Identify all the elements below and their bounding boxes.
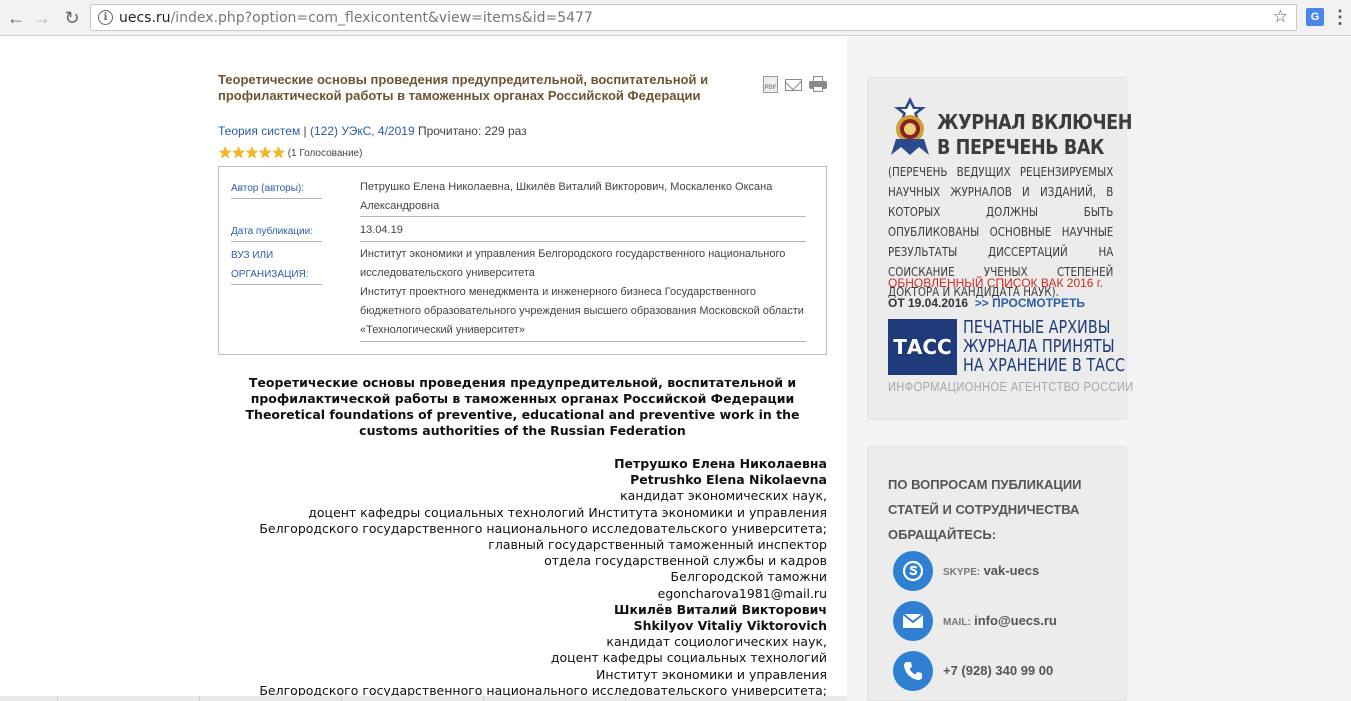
article-title: Теоретические основы проведения предупре… [218,72,709,103]
author-line: доцент кафедры социальных технологий [550,650,827,666]
author-line: доцент кафедры социальных технологий Инс… [308,504,827,520]
skype-value[interactable]: vak-uecs [984,563,1040,578]
mail-value[interactable]: info@uecs.ru [974,613,1057,628]
date-divider [360,241,806,242]
vak-view-link[interactable]: >> ПРОСМОТРЕТЬ [975,296,1085,310]
bottom-bar [0,696,847,701]
mail-contact-icon[interactable] [893,601,933,641]
issue-link[interactable]: (122) УЭкС, 4/2019 [310,124,415,138]
org-label-divider [231,284,322,285]
org-divider [360,341,806,342]
phone-value[interactable]: +7 (928) 340 99 00 [943,663,1053,678]
browser-menu-icon[interactable]: ⋮ [1331,7,1349,27]
tass-line-2: ЖУРНАЛА ПРИНЯТЫ [963,336,1115,357]
mail-contact: MAIL: info@uecs.ru [943,613,1057,628]
tass-line-1: ПЕЧАТНЫЕ АРХИВЫ [963,317,1111,338]
author-line: кандидат социологических наук, [606,634,827,650]
phone-icon[interactable] [893,651,933,691]
rating: ★★★★★ (1 Голосование) [218,143,362,163]
meta-separator: | [300,124,310,138]
author-line: отдела государственной службы и кадров [544,553,827,569]
date-label-divider [231,241,322,242]
phone-contact: +7 (928) 340 99 00 [943,663,1053,678]
tass-line-3: НА ХРАНЕНИЕ В ТАСС [963,355,1126,376]
vak-from: ОТ 19.04.2016 >> ПРОСМОТРЕТЬ [888,296,1085,310]
bottom-bar-segment [0,696,58,701]
address-bar[interactable]: i uecs.ru/index.php?option=com_flexicont… [90,4,1297,31]
date-value: 13.04.19 [360,224,403,236]
skype-contact: SKYPE: vak-uecs [943,563,1039,578]
bottom-bar-segment [58,696,200,701]
author-line: главный государственный таможенный инспе… [488,537,827,553]
article-tools: PDF [763,76,827,93]
print-icon[interactable] [809,76,827,92]
read-count: Прочитано: 229 раз [414,124,527,138]
author-label: Автор (авторы): [231,183,305,194]
url-host: uecs.ru [119,10,171,26]
site-info-icon[interactable]: i [98,10,113,25]
author-line: Shkilyov Vitaliy Viktorovich [633,618,827,634]
body-title-ru: Теоретические основы проведения предупре… [248,375,797,406]
author-line: Белгородской таможни [670,569,827,585]
author-divider [360,216,806,217]
author-line: Petrushko Elena Nikolaevna [630,472,827,488]
tass-logo[interactable]: ТАСС [888,319,957,375]
author-line: Институт экономики и управления [596,666,827,682]
emblem-icon [891,97,929,155]
bottom-bar-segment [342,696,484,701]
vak-heading: ЖУРНАЛ ВКЛЮЧЕН В ПЕРЕЧЕНЬ ВАК [937,110,1132,160]
article-meta: Теория систем | (122) УЭкС, 4/2019 Прочи… [218,124,527,138]
org-value: Институт экономики и управления Белгород… [360,248,804,336]
body-title-en: Theoretical foundations of preventive, e… [245,407,800,438]
bottom-bar-segment [484,696,626,701]
author-line: Белгородского государственного националь… [259,520,827,536]
body-title: Теоретические основы проведения предупре… [218,375,827,439]
bookmark-star-icon[interactable]: ☆ [1273,7,1288,27]
url-text[interactable]: uecs.ru/index.php?option=com_flexiconten… [119,10,593,26]
vak-updated: ОБНОВЛЕННЫЙ СПИСОК ВАК 2016 г. [888,276,1104,290]
vak-heading-1: ЖУРНАЛ ВКЛЮЧЕН [937,110,1133,134]
author-value: Петрушко Елена Николаевна, Шкилёв Витали… [360,181,773,212]
author-label-divider [231,198,322,199]
url-path: /index.php?option=com_flexicontent&view=… [170,10,593,26]
bottom-bar-segment [200,696,342,701]
skype-key: SKYPE: [943,567,981,578]
authors-block: Петрушко Елена Николаевна Petrushko Elena… [259,456,827,699]
author-line: кандидат экономических наук, [620,488,827,504]
author-line: egoncharova1981@mail.ru [657,585,827,601]
author-line: Шкилёв Виталий Викторович [614,601,827,617]
category-link[interactable]: Теория систем [218,124,300,138]
date-label: Дата публикации: [231,226,313,237]
skype-icon[interactable] [893,551,933,591]
tass-text: ПЕЧАТНЫЕ АРХИВЫ ЖУРНАЛА ПРИНЯТЫ НА ХРАНЕ… [963,318,1125,375]
org-label: ВУЗ ИЛИ ОРГАНИЗАЦИЯ: [231,250,309,280]
votes-count: (1 Голосование) [287,147,363,159]
browser-toolbar: ← → ↻ i uecs.ru/index.php?option=com_fle… [0,0,1351,36]
forward-arrow-icon[interactable]: → [30,6,54,30]
tass-subtitle: ИНФОРМАЦИОННОЕ АГЕНТСТВО РОССИИ [888,379,1134,394]
pdf-icon[interactable]: PDF [763,76,778,93]
email-icon[interactable] [785,79,802,91]
mail-key: MAIL: [943,617,971,628]
author-line: Петрушко Елена Николаевна [614,456,827,471]
rating-stars[interactable]: ★★★★★ [218,143,286,163]
contact-heading: ПО ВОПРОСАМ ПУБЛИКАЦИИ СТАТЕЙ И СОТРУДНИ… [888,477,1082,542]
vak-heading-2: В ПЕРЕЧЕНЬ ВАК [937,135,1105,159]
vak-from-date: ОТ 19.04.2016 [888,296,969,310]
article-info-box: Автор (авторы): Петрушко Елена Николаевн… [218,166,827,355]
back-arrow-icon[interactable]: ← [4,6,28,30]
reload-icon[interactable]: ↻ [60,6,84,30]
translate-extension-icon[interactable]: G [1306,8,1324,26]
